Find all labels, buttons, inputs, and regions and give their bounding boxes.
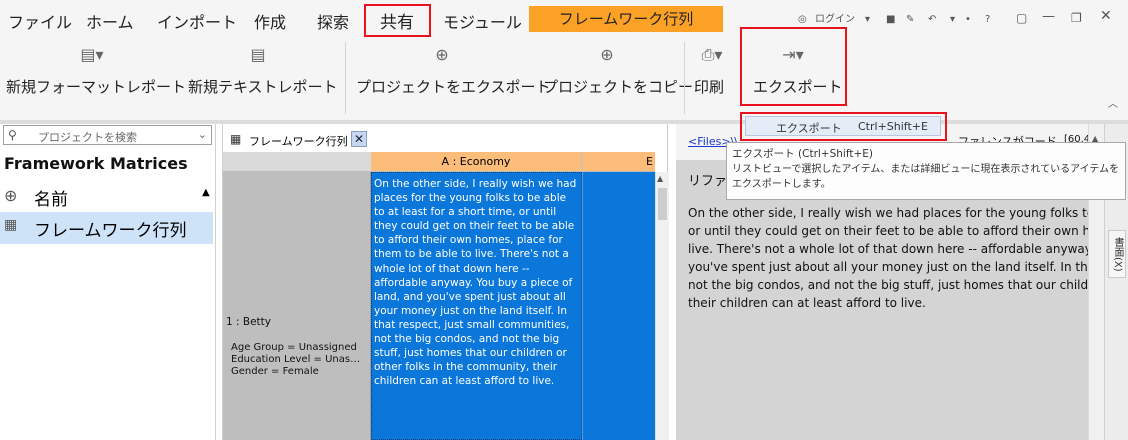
chevron-down-icon[interactable]: ⌄ (198, 128, 207, 141)
print-icon[interactable]: ⎙▾ (700, 44, 724, 66)
grid-vertical-scrollbar[interactable]: ▲ (655, 172, 669, 440)
user-icon[interactable]: ◎ (798, 13, 807, 27)
row-attributes: Age Group = Unassigned Education Level =… (231, 342, 369, 378)
window-close-icon[interactable]: ✕ (1100, 9, 1112, 23)
copy-project-icon[interactable]: ⊕ (595, 44, 619, 66)
print-button[interactable]: 印刷 (694, 76, 724, 97)
grid-corner-cell (223, 152, 371, 172)
window-restore-icon[interactable]: ❐ (1071, 11, 1082, 25)
tooltip-description: リストビューで選択したアイテム、または詳細ビューに現在表示されているアイテムをエ… (732, 164, 1120, 190)
tooltip-title: エクスポート (Ctrl+Shift+E) (732, 148, 873, 160)
attribute-education-level: Education Level = Unas… (231, 354, 361, 365)
collapse-ribbon-icon[interactable]: ︿ (1108, 98, 1118, 112)
nav-item-label: フレームワーク行列 (34, 221, 187, 241)
menu-bar: ファイル ホーム インポート 作成 探索 共有 モジュール フレームワーク行列 … (0, 0, 1128, 38)
add-circle-icon[interactable]: ⊕ (4, 186, 17, 205)
menu-import[interactable]: インポート (157, 9, 237, 33)
new-format-report-button[interactable]: 新規フォーマットレポート (6, 76, 186, 97)
export-project-icon[interactable]: ⊕ (430, 44, 454, 66)
side-tab-document[interactable]: 書面(X) (1108, 230, 1126, 278)
name-header-label: 名前 (34, 190, 68, 210)
menu-explore[interactable]: 探索 (317, 9, 349, 33)
menu-create[interactable]: 作成 (254, 9, 286, 33)
matrix-grid-panel: ▦ フレームワーク行列 ✕ A : Economy E 1 : Betty Ag… (222, 124, 669, 440)
nav-item-framework-matrix[interactable]: ▦ フレームワーク行列 (0, 212, 213, 244)
text-line: their children can at least afford to li… (688, 296, 926, 310)
nav-section-title: Framework Matrices (4, 154, 188, 173)
text-line: live. There's not a whole lot of that do… (688, 242, 1088, 256)
edit-icon[interactable]: ✎ (906, 13, 914, 27)
text-line: or until they could get on their feet to… (688, 224, 1088, 238)
dropdown-icon[interactable]: ▾ (950, 13, 955, 27)
column-header-b[interactable]: E (582, 152, 655, 172)
export-highlight-box (740, 27, 847, 106)
context-tab-framework-matrix[interactable]: フレームワーク行列 (529, 6, 723, 32)
row-label: 1 : Betty (226, 316, 272, 328)
chat-icon[interactable]: ▢ (1016, 11, 1027, 25)
ribbon: ▤▾ 新規フォーマットレポート ▤ 新規テキストレポート ⊕ プロジェクトをエク… (0, 27, 1128, 120)
save-icon[interactable]: ■ (886, 13, 895, 27)
export-tooltip: エクスポート (Ctrl+Shift+E) リストビューで選択したアイテム、また… (726, 142, 1126, 200)
navigation-panel: ⚲ プロジェクトを検索 ⌄ Framework Matrices ⊕ 名前 ▲ … (0, 124, 216, 440)
close-tab-icon[interactable]: ✕ (351, 131, 367, 147)
name-column-header[interactable]: ⊕ 名前 ▲ (0, 180, 213, 212)
ribbon-separator (684, 42, 685, 114)
login-link[interactable]: ログイン (815, 13, 855, 27)
attribute-gender: Gender = Female (231, 366, 319, 377)
text-line: On the other side, I really wish we had … (688, 206, 1088, 220)
cell-economy-betty[interactable]: On the other side, I really wish we had … (371, 172, 582, 440)
grid-icon: ▦ (4, 217, 18, 233)
copy-project-button[interactable]: プロジェクトをコピー (543, 76, 693, 97)
text-line: you've spent just about all your money j… (688, 260, 1088, 274)
project-search-box[interactable]: ⚲ プロジェクトを検索 ⌄ (3, 125, 212, 145)
grid-icon: ▦ (230, 132, 242, 146)
text-line: not the big condos, and not the big stuf… (688, 278, 1088, 292)
export-project-button[interactable]: プロジェクトをエクスポート (356, 76, 551, 97)
window-minimize-icon[interactable]: — (1042, 10, 1055, 24)
format-report-icon[interactable]: ▤▾ (80, 44, 104, 66)
undo-icon[interactable]: ↶ (928, 13, 936, 27)
menu-home[interactable]: ホーム (86, 9, 134, 33)
search-placeholder: プロジェクトを検索 (38, 131, 137, 144)
row-header-betty[interactable]: 1 : Betty Age Group = Unassigned Educati… (223, 172, 371, 440)
scroll-up-icon[interactable]: ▲ (657, 174, 663, 183)
search-icon: ⚲ (8, 128, 17, 142)
export-menu-highlight-box (740, 112, 947, 141)
sort-up-icon[interactable]: ▲ (202, 187, 210, 198)
column-header-economy[interactable]: A : Economy (371, 152, 582, 172)
help-icon[interactable]: ? (985, 13, 990, 27)
scrollbar-thumb[interactable] (658, 188, 667, 220)
menu-file[interactable]: ファイル (8, 9, 72, 33)
share-highlight-box (364, 4, 431, 37)
attribute-age-group: Age Group = Unassigned (231, 342, 357, 353)
more-icon[interactable]: • (965, 13, 971, 27)
tab-label: フレームワーク行列 (249, 135, 348, 148)
new-text-report-button[interactable]: 新規テキストレポート (188, 76, 338, 97)
reference-body[interactable]: On the other side, I really wish we had … (688, 204, 1088, 312)
cell-b-betty[interactable] (582, 172, 655, 440)
tab-framework-matrix[interactable]: ▦ フレームワーク行列 (223, 128, 371, 150)
text-report-icon[interactable]: ▤ (246, 44, 270, 66)
minimize-ribbon-icon[interactable]: ▾ (865, 13, 870, 27)
menu-modules[interactable]: モジュール (443, 9, 522, 33)
ribbon-separator (345, 42, 346, 114)
